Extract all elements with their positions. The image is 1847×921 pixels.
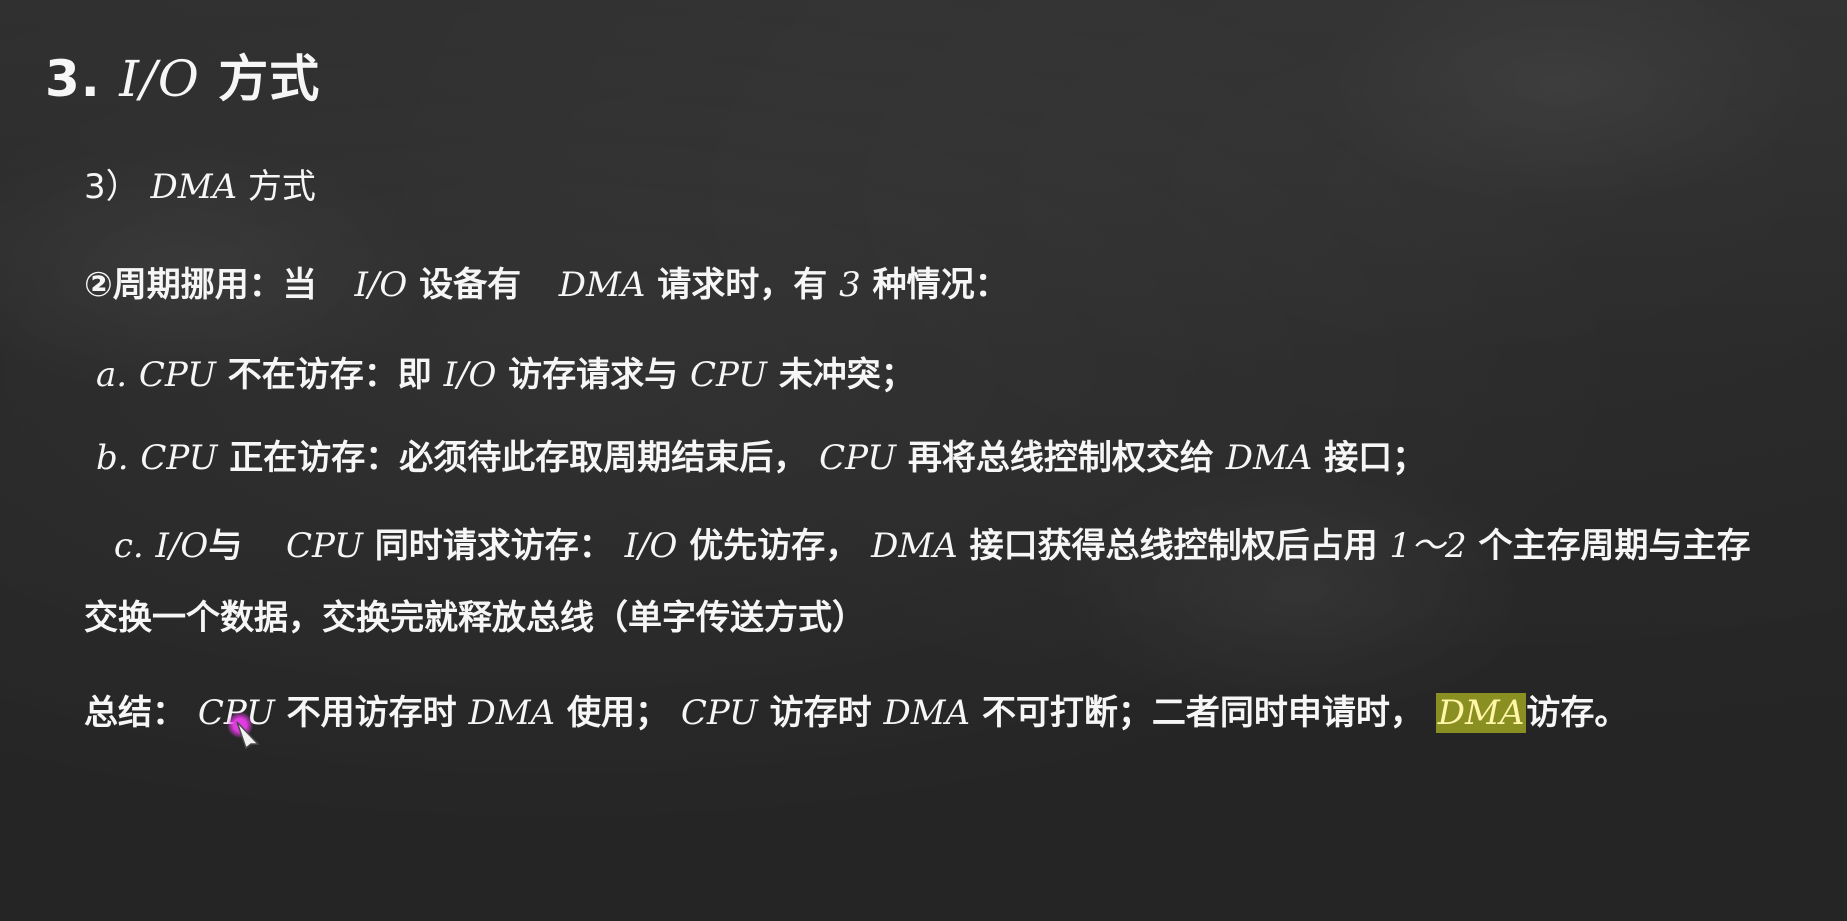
case-a-part-1: 不在访存：即 (227, 355, 432, 395)
slide-title: 3. I/O 方式 (45, 54, 320, 104)
intro-part-5: 请求时，有 (657, 265, 828, 305)
case-c-dma: DMA (871, 526, 958, 566)
case-c-label: c. (113, 526, 144, 566)
case-c-part-1: 与 (208, 526, 243, 566)
summary-dma-highlight: DMA (1435, 693, 1527, 733)
intro-io: I/O (354, 265, 408, 305)
summary-dma-2: DMA (883, 693, 971, 733)
summary-part-5: 不可打断；二者同时申请时， (981, 693, 1424, 733)
case-c-io-2: I/O (624, 526, 678, 566)
intro-count: 3 (839, 265, 861, 305)
slide: 3. I/O 方式 3） DMA 方式 ②周期挪用：当 I/O 设备有 DMA … (0, 0, 1847, 921)
case-a-io: I/O (443, 355, 497, 395)
case-a-part-2: 访存请求与 (508, 355, 679, 395)
intro-part-3: 设备有 (419, 265, 522, 305)
subtitle: 3） DMA 方式 (84, 170, 316, 204)
case-c-cpu: CPU (286, 526, 363, 566)
case-b-part-2: 再将总线控制权交给 (907, 438, 1214, 478)
case-c-range: 1～2 (1389, 526, 1467, 566)
case-b-cpu-2: CPU (819, 438, 897, 478)
case-a: a. CPU 不在访存：即 I/O 访存请求与 CPU 未冲突； (96, 358, 915, 392)
subtitle-suffix: 方式 (247, 167, 316, 207)
case-b: b. CPU 正在访存：必须待此存取周期结束后， CPU 再将总线控制权交给 D… (96, 441, 1426, 475)
case-a-cpu: CPU (138, 355, 216, 395)
summary: 总结： CPU 不用访存时 DMA 使用； CPU 访存时 DMA 不可打断；二… (84, 677, 1774, 749)
case-b-label: b. (96, 438, 129, 478)
subtitle-dma: DMA (150, 167, 238, 207)
summary-dma: DMA (468, 693, 556, 733)
case-b-cpu: CPU (140, 438, 218, 478)
intro-part-7: 种情况： (872, 265, 1009, 305)
title-suffix: 方式 (218, 50, 321, 108)
case-a-cpu-2: CPU (690, 355, 767, 395)
case-b-part-3: 接口； (1324, 438, 1427, 478)
title-io: I/O (119, 50, 200, 108)
summary-part-4: 访存时 (769, 693, 872, 733)
case-c-part-2: 同时请求访存： (374, 526, 613, 566)
case-a-label: a. (96, 355, 128, 395)
summary-part-6: 访存。 (1526, 693, 1629, 733)
summary-part-2: 不用访存时 (286, 693, 457, 733)
case-c: c. I/O与 CPU 同时请求访存： I/O 优先访存， DMA 接口获得总线… (84, 510, 1774, 654)
case-c-part-4: 接口获得总线控制权后占用 (969, 526, 1378, 566)
summary-cpu-2: CPU (680, 693, 758, 733)
cycle-stealing-intro: ②周期挪用：当 I/O 设备有 DMA 请求时，有 3 种情况： (84, 268, 1009, 302)
case-c-part-3: 优先访存， (689, 526, 860, 566)
summary-cpu: CPU (197, 693, 275, 733)
subtitle-prefix: 3） (84, 167, 140, 207)
summary-part-3: 使用； (566, 693, 669, 733)
intro-part-1: ②周期挪用：当 (84, 265, 317, 305)
case-b-dma: DMA (1225, 438, 1313, 478)
case-a-part-3: 未冲突； (778, 355, 915, 395)
title-prefix: 3. (45, 50, 101, 108)
case-b-part-1: 正在访存：必须待此存取周期结束后， (229, 438, 808, 478)
summary-part-1: 总结： (84, 693, 186, 733)
intro-dma: DMA (558, 265, 646, 305)
case-c-io: I/O (155, 526, 209, 566)
